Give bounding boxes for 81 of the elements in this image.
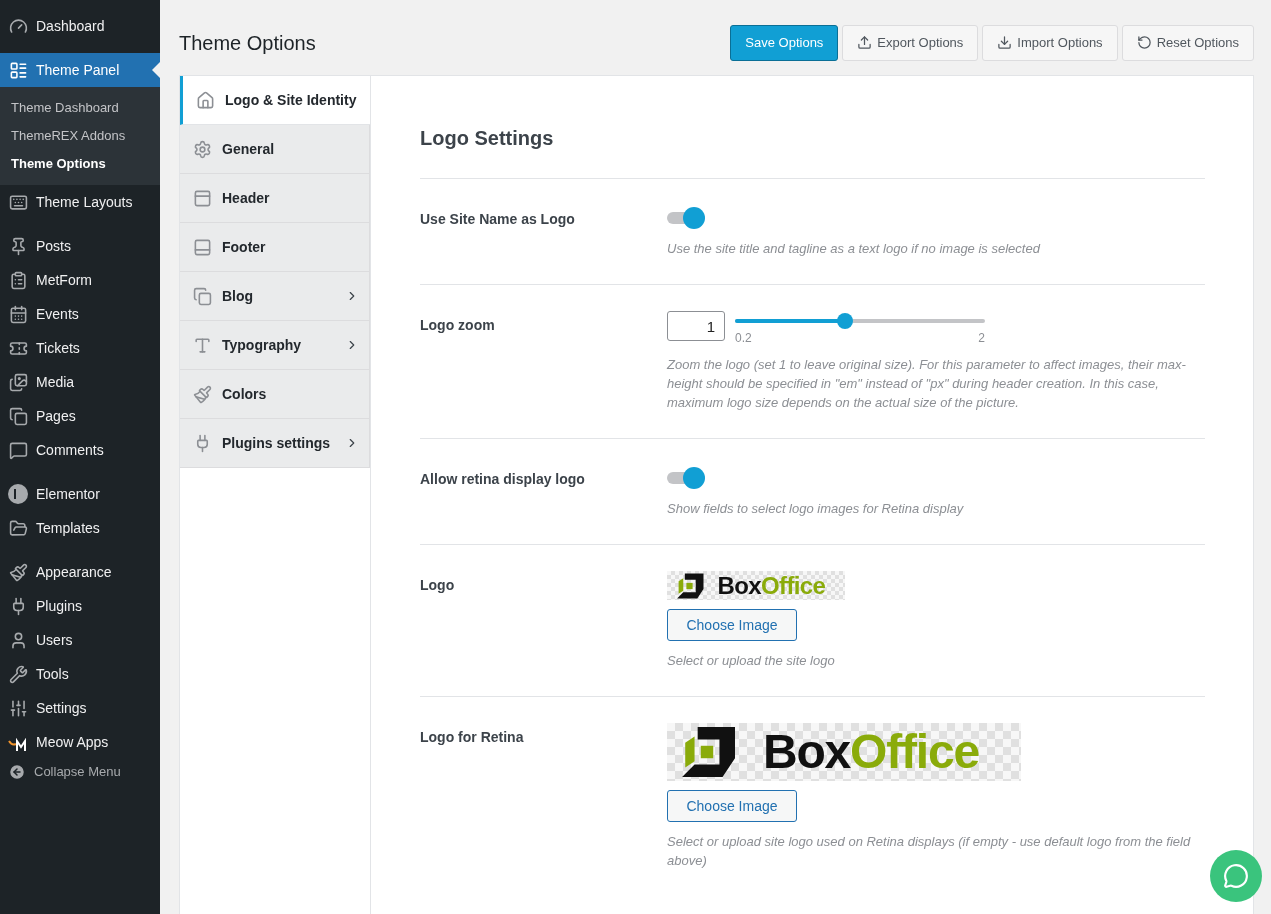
- comment-icon: [8, 440, 28, 460]
- home-icon: [196, 90, 215, 110]
- setting-label: Logo zoom: [420, 316, 496, 335]
- sidebar-item[interactable]: Comments: [0, 433, 160, 467]
- slider-max-label: 2: [978, 330, 985, 347]
- setting-label: Use Site Name as Logo: [420, 210, 576, 229]
- setting-description: Select or upload site logo used on Retina displays (if empty - use default logo from the field above): [667, 833, 1192, 870]
- options-tab[interactable]: Colors: [180, 370, 370, 419]
- sidebar-item[interactable]: Events: [0, 297, 160, 331]
- logo-wordmark: BoxOffice: [717, 573, 826, 598]
- sidebar-item[interactable]: Media: [0, 365, 160, 399]
- collapse-icon: [8, 763, 26, 781]
- table-icon: [8, 60, 28, 80]
- wrench-icon: [8, 664, 28, 684]
- setting-label: Allow retina display logo: [420, 470, 586, 489]
- sidebar-item[interactable]: Tools: [0, 657, 160, 691]
- slider-thumb[interactable]: [837, 313, 853, 329]
- settings-icon: [193, 139, 212, 159]
- keyboard-icon: [8, 192, 28, 212]
- options-tab[interactable]: Footer: [180, 223, 370, 272]
- options-tab[interactable]: Header: [180, 174, 370, 223]
- sidebar-item[interactable]: Meow Apps: [0, 725, 160, 759]
- sidebar-item[interactable]: Users: [0, 623, 160, 657]
- sliders-icon: [8, 698, 28, 718]
- zoom-number-field[interactable]: 1: [667, 311, 725, 341]
- setting-description: Select or upload the site logo: [667, 652, 836, 670]
- sidebar-item[interactable]: Theme Panel: [0, 53, 160, 87]
- sidebar-item[interactable]: MetForm: [0, 263, 160, 297]
- toggle-switch[interactable]: [667, 207, 705, 229]
- setting-label: Logo: [420, 576, 456, 595]
- options-tab[interactable]: Blog: [180, 272, 370, 321]
- toolbar-button[interactable]: Reset Options: [1121, 24, 1254, 61]
- setting-description: Use the site title and tagline as a text logo if no image is selected: [667, 240, 1042, 258]
- slider-min-label: 0.2: [735, 330, 752, 347]
- pointer-triangle: [152, 62, 160, 78]
- sidebar-item[interactable]: Settings: [0, 691, 160, 725]
- choose-image-button[interactable]: Choose Image: [667, 790, 797, 822]
- gauge-icon: [8, 16, 28, 36]
- collapse-menu-button[interactable]: Collapse Menu: [0, 757, 160, 787]
- setting-label: Logo for Retina: [420, 728, 525, 747]
- submenu-item[interactable]: Theme Options: [0, 150, 160, 178]
- sidebar-item[interactable]: Appearance: [0, 555, 160, 589]
- choose-image-button[interactable]: Choose Image: [667, 609, 797, 641]
- options-tab[interactable]: Logo & Site Identity: [180, 76, 370, 125]
- sidebar-item[interactable]: Dashboard: [0, 9, 160, 43]
- setting-description: Show fields to select logo images for Retina display: [667, 500, 965, 518]
- folder-icon: [8, 518, 28, 538]
- page-title: Theme Options: [179, 30, 316, 56]
- toggle-switch[interactable]: [667, 467, 705, 489]
- section-title: Logo Settings: [420, 126, 555, 151]
- sidebar-item[interactable]: Templates: [0, 511, 160, 545]
- submenu-item[interactable]: Theme Dashboard: [0, 94, 160, 122]
- options-tab[interactable]: Plugins settings: [180, 419, 370, 468]
- options-tab[interactable]: Typography: [180, 321, 370, 370]
- sidebar-item[interactable]: Tickets: [0, 331, 160, 365]
- sidebar-item[interactable]: Elementor: [0, 477, 160, 511]
- toolbar-button[interactable]: Export Options: [842, 24, 979, 61]
- elementor-icon: [8, 484, 28, 504]
- sidebar-item[interactable]: Posts: [0, 229, 160, 263]
- logo-wordmark: BoxOffice: [762, 728, 979, 776]
- sidebar-item[interactable]: Pages: [0, 399, 160, 433]
- header-layout-icon: [193, 188, 212, 208]
- form-icon: [8, 270, 28, 290]
- brush-icon: [193, 384, 212, 404]
- setting-description: Zoom the logo (set 1 to leave original size). For this parameter to affect images, their max-height should be specified in "em" instead of "px" during header creation. In this case, maximum logo size depends on the actual size of the picture.: [667, 356, 1187, 412]
- submenu-item[interactable]: ThemeREX Addons: [0, 122, 160, 150]
- pages-icon: [193, 286, 212, 306]
- pages-icon: [8, 406, 28, 426]
- upload-icon: [857, 35, 873, 50]
- download-icon: [997, 35, 1013, 50]
- letter-icon: [193, 335, 212, 355]
- media-icon: [8, 372, 28, 392]
- calendar-icon: [8, 304, 28, 324]
- sidebar-item[interactable]: Theme Layouts: [0, 185, 160, 219]
- options-tab[interactable]: General: [180, 125, 370, 174]
- toolbar-button[interactable]: Import Options: [982, 24, 1118, 61]
- brush-icon: [8, 562, 28, 582]
- sidebar-item[interactable]: Plugins: [0, 589, 160, 623]
- footer-layout-icon: [193, 237, 212, 257]
- chat-icon: [1223, 863, 1249, 889]
- reset-icon: [1136, 35, 1152, 50]
